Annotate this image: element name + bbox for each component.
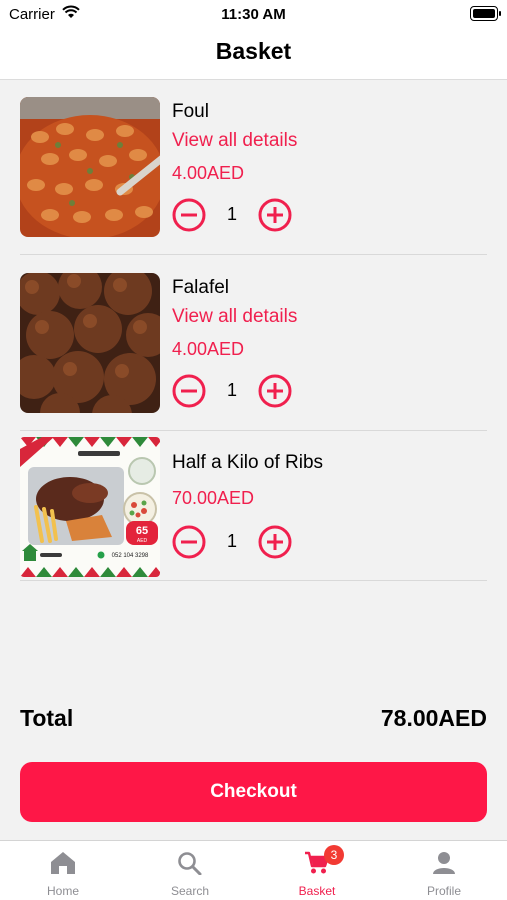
poster-phone: 052 104 3298 (112, 553, 149, 559)
status-bar: Carrier 11:30 AM (0, 0, 507, 30)
total-value: 78.00AED (380, 705, 487, 731)
checkout-button[interactable]: Checkout (20, 762, 487, 822)
item-price: 70.00AED (172, 488, 255, 508)
quantity-stepper: 1 (172, 197, 292, 233)
tab-basket[interactable]: 3 Basket (254, 841, 380, 900)
quantity-value: 1 (226, 380, 237, 400)
nav-header: Basket (0, 30, 507, 80)
clock: 11:30 AM (221, 6, 286, 23)
total-label: Total (20, 705, 74, 731)
tab-label: Home (46, 884, 79, 898)
decrease-quantity-button[interactable] (172, 525, 206, 559)
quantity-stepper: 1 (172, 373, 292, 409)
tab-profile[interactable]: Profile (381, 841, 507, 900)
battery-icon (470, 6, 501, 21)
quantity-value: 1 (226, 531, 237, 551)
search-icon (178, 852, 202, 875)
view-details-link[interactable]: View all details (172, 130, 297, 152)
quantity-value: 1 (226, 204, 237, 224)
item-name: Falafel (172, 277, 230, 298)
basket-item: Falafel View all details 4.00AED 1 (20, 273, 487, 431)
tab-search[interactable]: Search (127, 841, 253, 900)
basket-item: Foul View all details 4.00AED 1 (20, 97, 487, 255)
tab-home[interactable]: Home (0, 841, 126, 900)
foul-dish-photo (20, 97, 160, 237)
increase-quantity-button[interactable] (258, 198, 292, 232)
total-row: Total 78.00AED (20, 705, 487, 735)
profile-icon (433, 852, 455, 874)
tab-bar: Home Search 3 Basket Profile (0, 840, 507, 900)
decrease-quantity-button[interactable] (172, 198, 206, 232)
poster-price: 65 (136, 525, 148, 537)
item-price: 4.00AED (172, 339, 245, 359)
item-name: Foul (172, 101, 209, 122)
view-details-link[interactable]: View all details (172, 306, 297, 328)
basket-item: 65 AED 052 104 3298 Half a Kilo of Ribs … (20, 437, 487, 581)
page-title: Basket (215, 38, 292, 64)
poster-currency: AED (137, 538, 148, 544)
tab-label: Search (170, 884, 210, 898)
ribs-promo-poster: 65 AED 052 104 3298 (20, 437, 160, 577)
item-price: 4.00AED (172, 163, 245, 183)
decrease-quantity-button[interactable] (172, 374, 206, 408)
tab-label: Profile (426, 884, 461, 898)
increase-quantity-button[interactable] (258, 525, 292, 559)
tab-label: Basket (298, 884, 336, 898)
quantity-stepper: 1 (172, 524, 292, 560)
falafel-photo (20, 273, 160, 413)
increase-quantity-button[interactable] (258, 374, 292, 408)
item-name: Half a Kilo of Ribs (172, 452, 324, 473)
home-icon (51, 852, 75, 874)
cart-count-badge: 3 (324, 845, 344, 865)
